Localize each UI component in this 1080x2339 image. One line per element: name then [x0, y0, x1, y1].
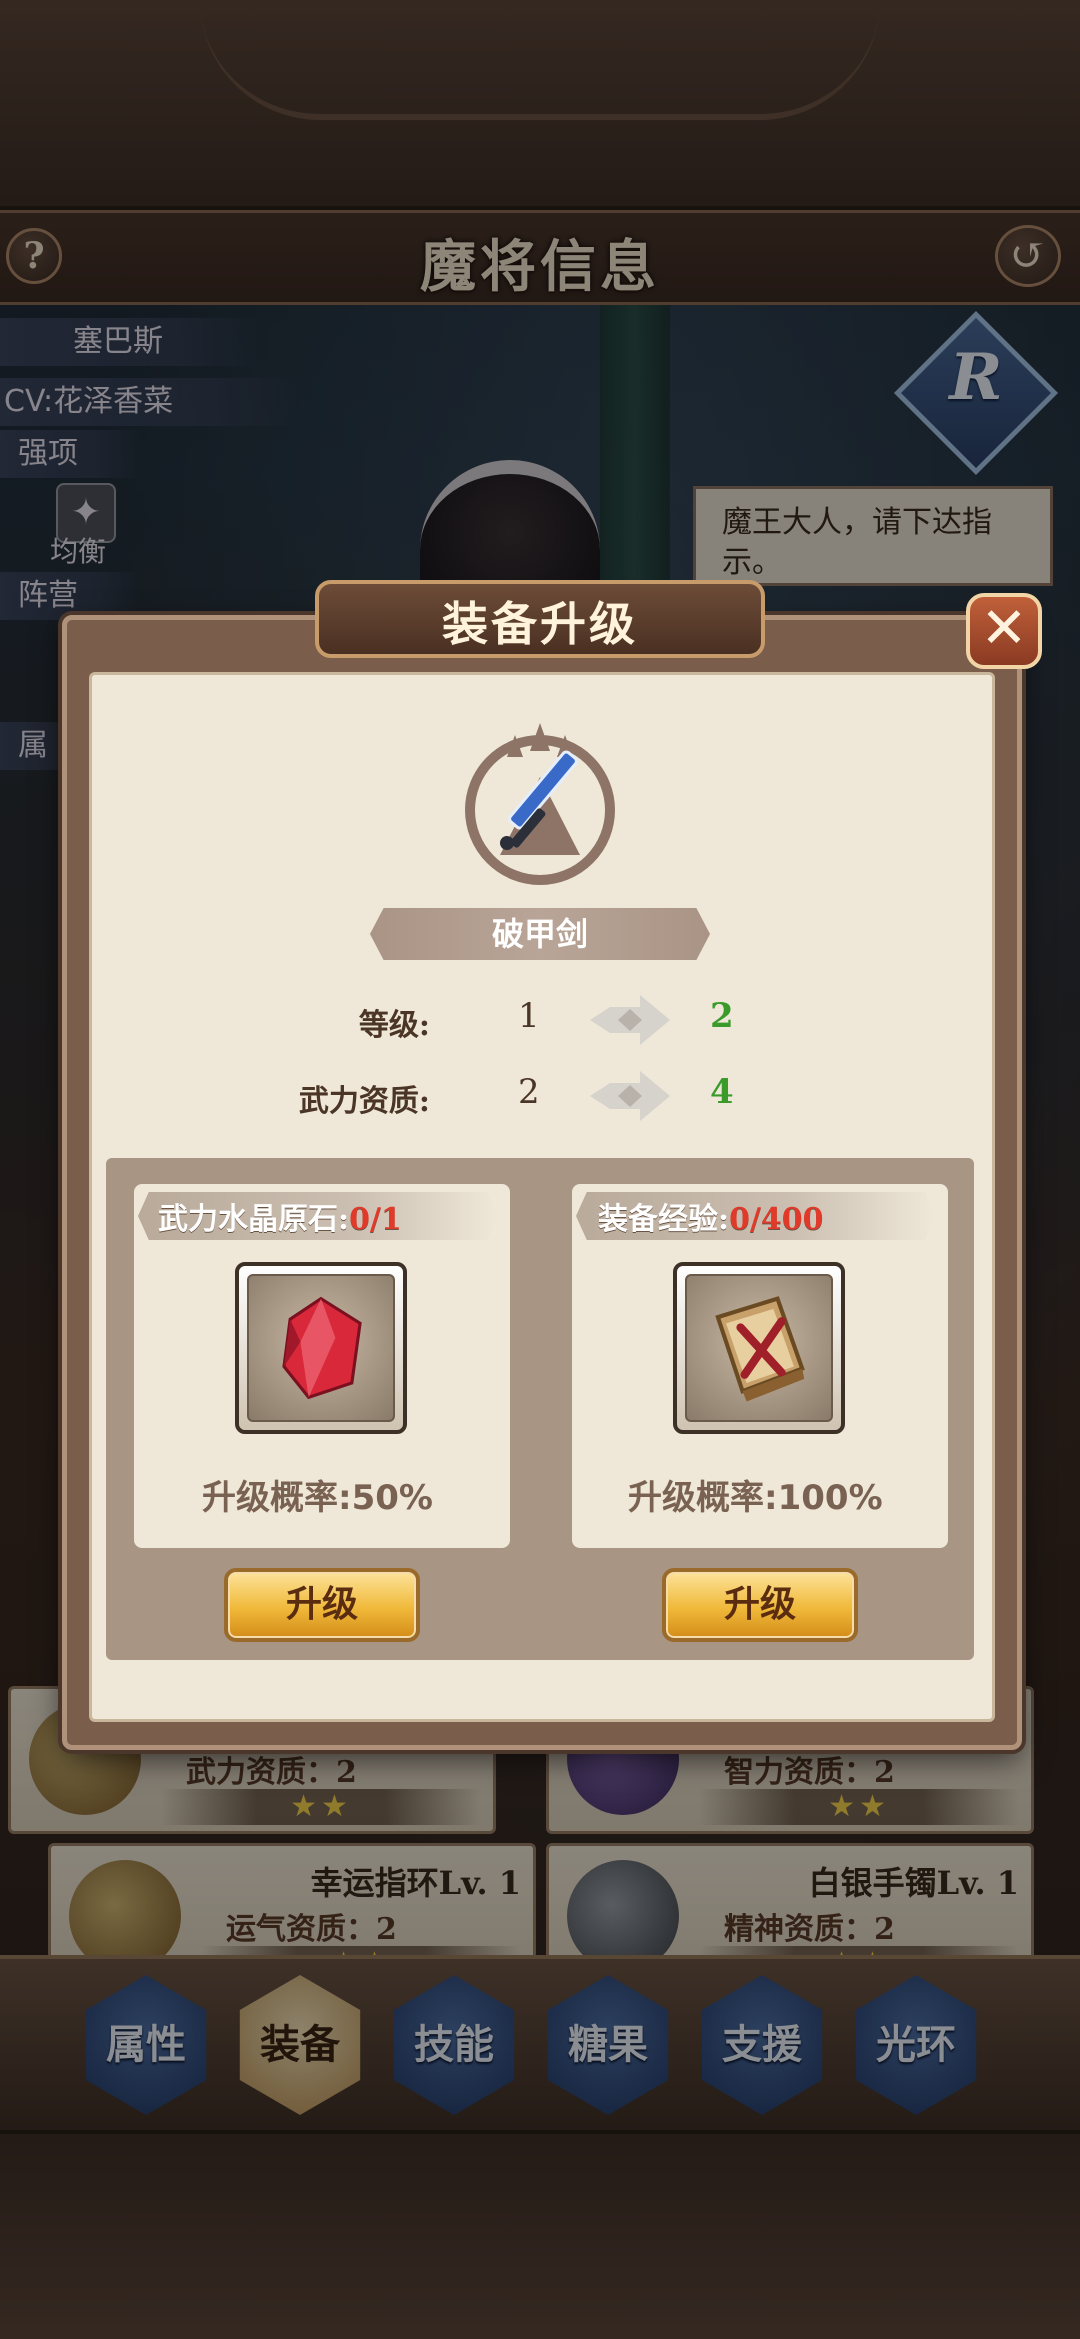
- option-experience-rate: 升级概率:100%: [628, 1478, 883, 1518]
- option-experience-title: 装备经验:0/400: [598, 1202, 824, 1237]
- option-crystal-count: 0/1: [349, 1202, 402, 1237]
- red-crystal-icon: [282, 1296, 362, 1400]
- experience-book-icon: [715, 1296, 805, 1402]
- option-experience-count: 0/400: [729, 1202, 824, 1237]
- arrow-right-icon: [590, 995, 670, 1045]
- stat-force-from: 2: [518, 1072, 540, 1112]
- close-button[interactable]: ✕: [966, 593, 1042, 669]
- stat-level-to: 2: [710, 996, 734, 1036]
- option-crystal-title: 武力水晶原石:0/1: [158, 1202, 402, 1237]
- crystal-item-slot[interactable]: [235, 1262, 407, 1434]
- experience-item-slot[interactable]: [673, 1262, 845, 1434]
- arrow-right-icon: [590, 1071, 670, 1121]
- item-name-plate: 破甲剑: [370, 908, 710, 960]
- stat-level-label: 等级:: [358, 1008, 430, 1043]
- stat-force-to: 4: [710, 1072, 734, 1112]
- upgrade-experience-button[interactable]: 升级: [662, 1568, 858, 1642]
- stat-level-from: 1: [518, 996, 540, 1036]
- upgrade-crystal-button[interactable]: 升级: [224, 1568, 420, 1642]
- modal-title: 装备升级: [442, 597, 638, 651]
- sword-icon: [465, 723, 615, 885]
- option-crystal-rate: 升级概率:50%: [202, 1478, 433, 1518]
- stat-force-label: 武力资质:: [298, 1084, 430, 1119]
